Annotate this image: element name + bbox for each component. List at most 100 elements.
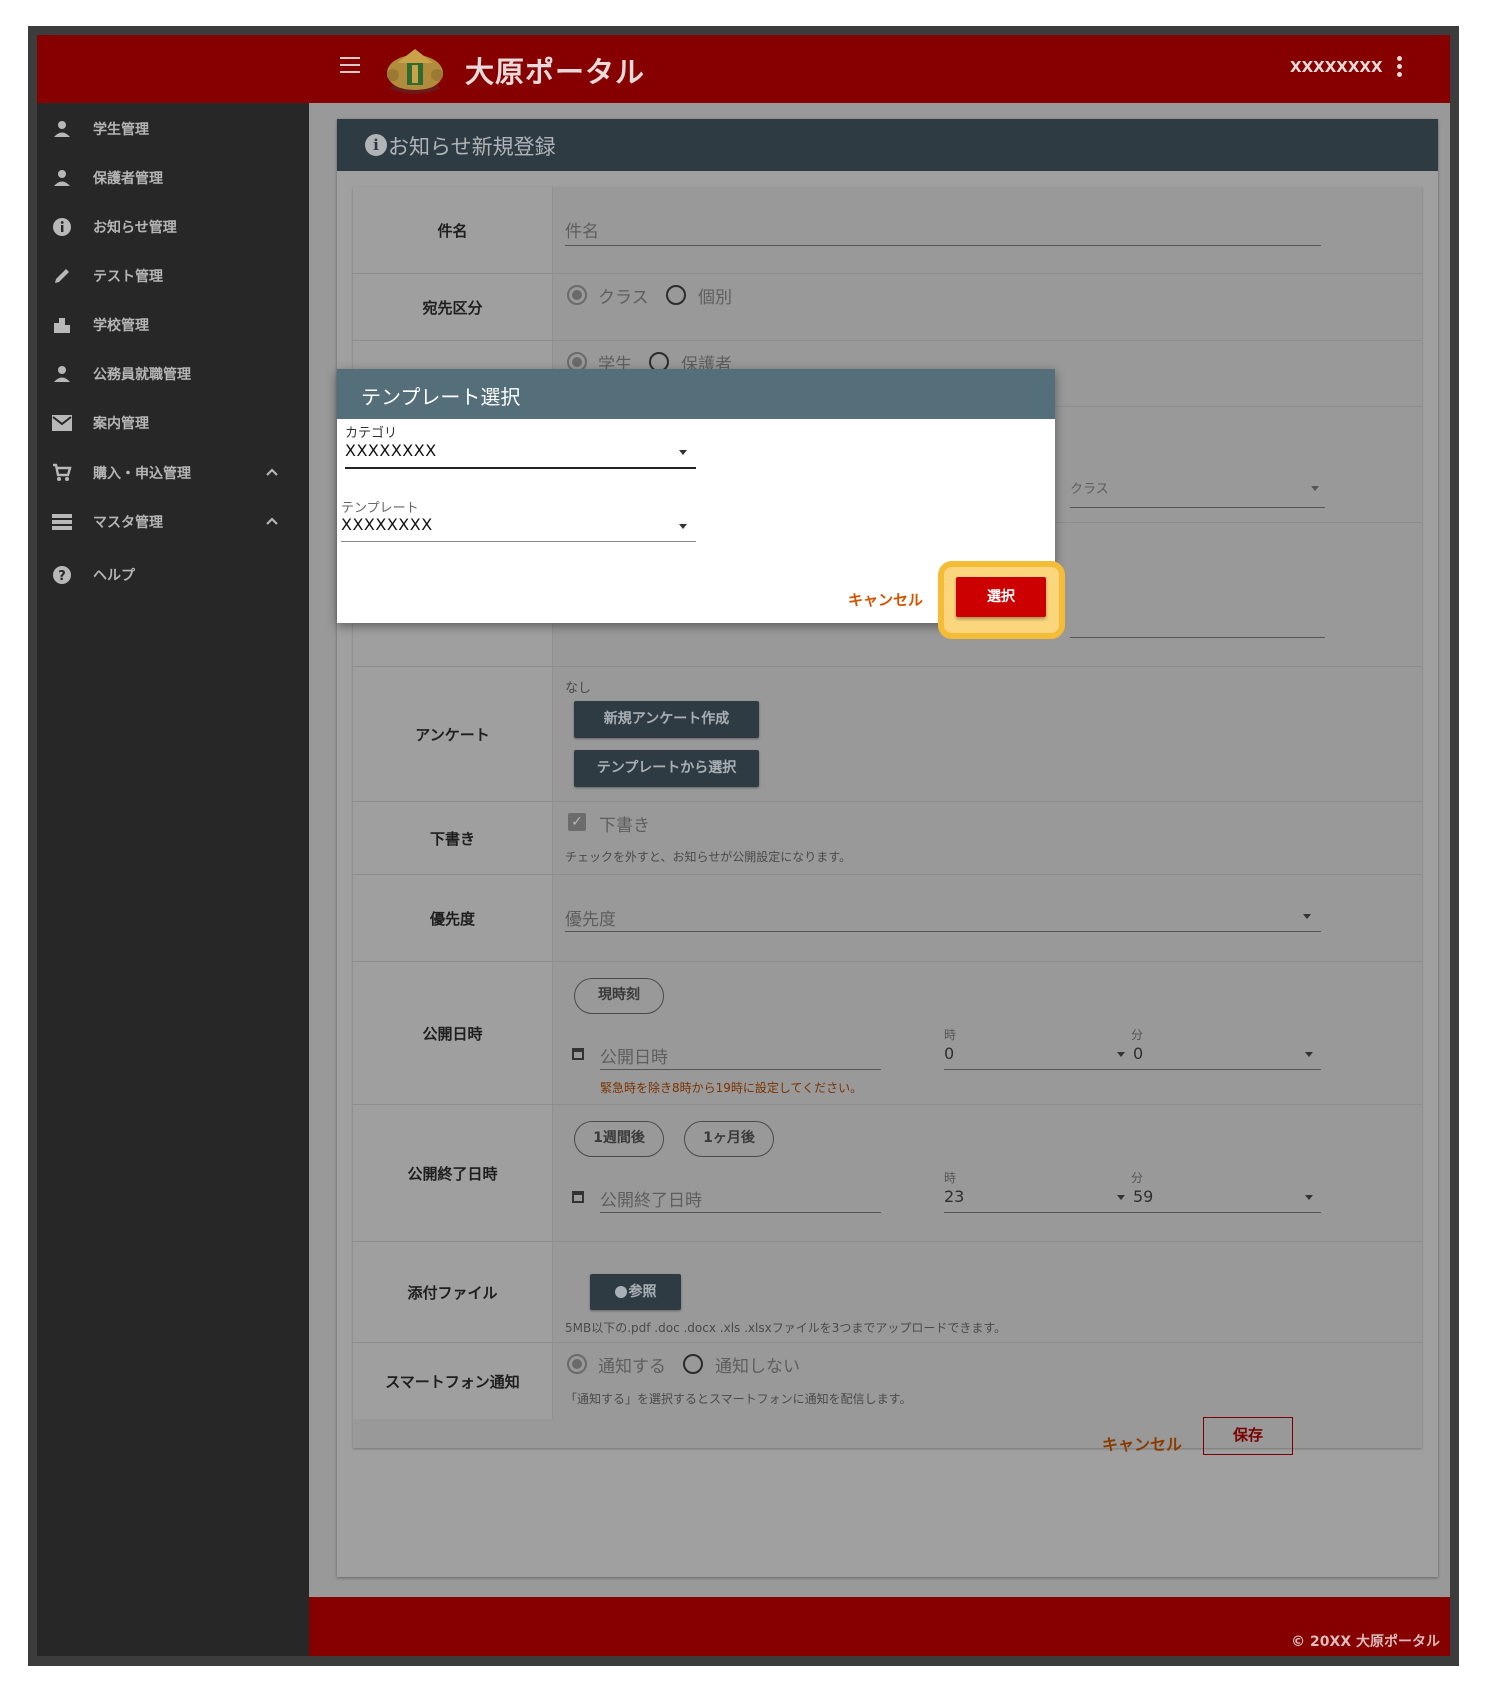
sidebar-item-label: テスト管理 [93, 269, 163, 285]
publish-end-minute-caret-icon[interactable] [1305, 1195, 1313, 1200]
priority-label: 優先度 [353, 875, 553, 961]
row-draft: 下書き ✓ 下書き チェックを外すと、お知らせが公開設定になります。 [353, 802, 1422, 875]
one-month-later-button[interactable]: 1ヶ月後 [684, 1121, 774, 1157]
draft-body: ✓ 下書き チェックを外すと、お知らせが公開設定になります。 [553, 802, 1422, 874]
priority-select[interactable]: 優先度 [553, 875, 1422, 961]
footer: © 20XX 大原ポータル [309, 1597, 1450, 1656]
menu-icon[interactable] [340, 57, 360, 73]
notice-create-card: i お知らせ新規登録 件名 件名 宛先区分 クラス 個別 学生 保護者 クラス … [337, 119, 1438, 1577]
publish-end-hour-value[interactable]: 23 [944, 1187, 964, 1206]
publish-date-body: 現時刻 公開日時 時 0 分 0 緊急時を除き8時から19時に設定してください。 [553, 962, 1422, 1104]
survey-from-template-button[interactable]: テンプレートから選択 [574, 750, 759, 787]
pencil-icon [51, 265, 73, 287]
publish-end-hour-caret-icon[interactable] [1117, 1195, 1125, 1200]
destination-type-label: 宛先区分 [353, 274, 553, 340]
class-select-value[interactable]: クラス [1070, 478, 1109, 497]
smartphone-notify-label: スマートフォン通知 [353, 1343, 553, 1419]
copyright: © 20XX 大原ポータル [1291, 1634, 1440, 1650]
person-icon [51, 363, 73, 385]
smartphone-notify-body: 通知する 通知しない 「通知する」を選択するとスマートフォンに通知を配信します。 [553, 1343, 1422, 1419]
top-app-bar: 大原ポータル XXXXXXXX [37, 35, 1450, 103]
user-name[interactable]: XXXXXXXX [1290, 58, 1383, 76]
smartphone-notify-note: 「通知する」を選択するとスマートフォンに通知を配信します。 [565, 1392, 912, 1406]
class-select-caret-icon[interactable] [1311, 486, 1319, 491]
building-icon [51, 314, 73, 336]
radio-class[interactable] [567, 285, 587, 305]
template-underline [341, 541, 696, 542]
sidebar-item-label: ヘルプ [93, 568, 135, 584]
survey-body: なし 新規アンケート作成 テンプレートから選択 [553, 667, 1422, 801]
person-icon [51, 118, 73, 140]
sidebar-item-purchases[interactable]: 購入・申込管理 [37, 451, 309, 495]
row-subject: 件名 件名 [353, 187, 1422, 274]
publish-hour-caret-icon[interactable] [1117, 1052, 1125, 1057]
template-caret-icon[interactable] [679, 524, 687, 529]
app-window: 大原ポータル XXXXXXXX 学生管理 保護者管理 お知らせ管理 テスト管理 … [37, 35, 1450, 1656]
radio-no-notify-label[interactable]: 通知しない [715, 1352, 800, 1377]
publish-minute-caret-icon[interactable] [1305, 1052, 1313, 1057]
row-attachment: 添付ファイル 参照 5MB以下の.pdf .doc .docx .xls .xl… [353, 1242, 1422, 1343]
body-text-underline [1070, 637, 1325, 638]
draft-checkbox-label[interactable]: 下書き [599, 811, 650, 836]
radio-notify[interactable] [567, 1354, 587, 1374]
calendar-icon[interactable] [572, 1191, 584, 1203]
dialog-select-button[interactable]: 選択 [956, 577, 1046, 617]
browse-button[interactable]: 参照 [590, 1274, 681, 1310]
publish-end-body: 1週間後 1ヶ月後 公開終了日時 時 23 分 59 [553, 1105, 1422, 1241]
radio-notify-label[interactable]: 通知する [598, 1352, 666, 1377]
subject-field[interactable]: 件名 [553, 187, 1422, 273]
form-save-button[interactable]: 保存 [1203, 1417, 1293, 1455]
cart-icon [51, 462, 73, 484]
category-label: カテゴリ [345, 426, 398, 441]
row-publish-end: 公開終了日時 1週間後 1ヶ月後 公開終了日時 時 23 分 59 [353, 1105, 1422, 1242]
publish-minute-value[interactable]: 0 [1133, 1044, 1143, 1063]
class-select-underline [1070, 507, 1325, 508]
category-caret-icon[interactable] [679, 450, 687, 455]
radio-class-label[interactable]: クラス [598, 283, 649, 308]
sidebar-item-master[interactable]: マスタ管理 [37, 500, 309, 544]
publish-end-minute-value[interactable]: 59 [1133, 1187, 1153, 1206]
sidebar-item-guides[interactable]: 案内管理 [37, 401, 309, 445]
list-icon [51, 511, 73, 533]
attachment-body: 参照 5MB以下の.pdf .doc .docx .xls .xlsxファイルを… [553, 1242, 1422, 1342]
sidebar-item-tests[interactable]: テスト管理 [37, 254, 309, 298]
radio-individual[interactable] [666, 285, 686, 305]
dialog-title: テンプレート選択 [361, 385, 521, 409]
category-select[interactable]: XXXXXXXX [345, 441, 437, 460]
priority-caret-icon[interactable] [1303, 914, 1311, 919]
publish-end-input[interactable]: 公開終了日時 [600, 1186, 702, 1211]
mail-icon [51, 412, 73, 434]
radio-individual-label[interactable]: 個別 [698, 283, 732, 308]
publish-hour-value[interactable]: 0 [944, 1044, 954, 1063]
sidebar-item-students[interactable]: 学生管理 [37, 107, 309, 151]
publish-minute-label: 分 [1131, 1028, 1144, 1042]
sidebar-item-help[interactable]: ? ヘルプ [37, 553, 309, 597]
radio-no-notify[interactable] [683, 1354, 703, 1374]
template-select[interactable]: XXXXXXXX [341, 515, 433, 534]
new-survey-button[interactable]: 新規アンケート作成 [574, 701, 759, 738]
help-icon: ? [51, 564, 73, 586]
calendar-icon[interactable] [572, 1048, 584, 1060]
publish-date-input[interactable]: 公開日時 [600, 1043, 668, 1068]
row-priority: 優先度 優先度 [353, 875, 1422, 962]
more-vert-icon[interactable] [1397, 56, 1403, 77]
sidebar-item-schools[interactable]: 学校管理 [37, 303, 309, 347]
sidebar-item-label: 学校管理 [93, 318, 149, 334]
card-header: i お知らせ新規登録 [337, 119, 1438, 171]
sidebar-item-notices[interactable]: お知らせ管理 [37, 205, 309, 249]
chevron-up-icon[interactable] [265, 514, 279, 530]
chevron-up-icon[interactable] [265, 465, 279, 481]
one-week-later-button[interactable]: 1週間後 [574, 1121, 664, 1157]
now-button[interactable]: 現時刻 [574, 978, 664, 1014]
publish-date-label: 公開日時 [353, 962, 553, 1104]
sidebar-item-label: 購入・申込管理 [93, 466, 191, 482]
sidebar-item-civil-service[interactable]: 公務員就職管理 [37, 352, 309, 396]
subject-input[interactable]: 件名 [565, 217, 599, 242]
draft-checkbox[interactable]: ✓ [568, 813, 586, 831]
subject-underline [565, 245, 1321, 246]
dialog-cancel-button[interactable]: キャンセル [848, 589, 923, 610]
draft-label: 下書き [353, 802, 553, 874]
form-cancel-button[interactable]: キャンセル [1102, 1431, 1182, 1455]
priority-placeholder[interactable]: 優先度 [565, 905, 616, 930]
sidebar-item-guardians[interactable]: 保護者管理 [37, 156, 309, 200]
